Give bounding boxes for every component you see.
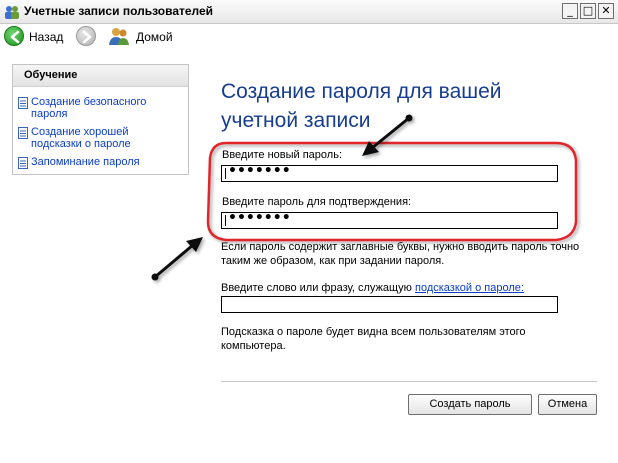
learn-about-panel: Обучение Создание безопасного пароля Соз… — [12, 64, 189, 175]
text-caret — [225, 215, 226, 226]
document-icon — [18, 97, 28, 109]
hint-visibility-notice: Подсказка о пароле будет видна всем поль… — [221, 326, 526, 352]
case-sensitivity-notice: Если пароль содержит заглавные буквы, ну… — [221, 241, 580, 267]
back-button[interactable]: Назад — [29, 30, 63, 44]
confirm-password-label: Введите пароль для подтверждения: — [222, 196, 412, 208]
sidebar-item-label[interactable]: Запоминание пароля — [31, 156, 181, 168]
maximize-button[interactable]: □ — [580, 3, 596, 19]
user-accounts-icon — [5, 6, 19, 19]
forward-arrow-icon[interactable] — [76, 26, 96, 46]
text-caret — [225, 168, 226, 179]
sidebar-item-good-hint[interactable]: Создание хорошей подсказки о пароле — [14, 126, 184, 152]
arrow-to-confirm-password — [151, 237, 203, 281]
confirm-password-field[interactable]: ••••••• — [221, 210, 558, 229]
password-hint-field[interactable] — [221, 296, 558, 313]
close-button[interactable]: ✕ — [598, 3, 614, 19]
back-arrow-icon[interactable] — [4, 26, 24, 46]
sidebar-item-remember-password[interactable]: Запоминание пароля — [14, 156, 184, 170]
divider — [221, 381, 597, 382]
minimize-button[interactable]: _ — [562, 3, 578, 19]
home-users-icon[interactable] — [108, 26, 130, 46]
sidebar-item-label[interactable]: Создание хорошей подсказки о пароле — [31, 126, 181, 150]
window-title: Учетные записи пользователей — [24, 4, 214, 18]
document-icon — [18, 157, 28, 169]
window-title-bar: Учетные записи пользователей _ □ ✕ — [0, 0, 618, 24]
new-password-field[interactable]: ••••••• — [221, 163, 558, 182]
hint-label: Введите слово или фразу, служащую подска… — [221, 281, 601, 295]
cancel-button[interactable]: Отмена — [538, 394, 597, 415]
password-hint-link[interactable]: подсказкой о пароле: — [415, 282, 524, 294]
panel-header: Обучение — [13, 65, 188, 87]
confirm-password-value: ••••••• — [228, 210, 291, 226]
page-title: Создание пароля для вашей учетной записи — [221, 80, 502, 132]
sidebar-item-secure-password[interactable]: Создание безопасного пароля — [14, 96, 184, 122]
sidebar-item-label[interactable]: Создание безопасного пароля — [31, 96, 181, 120]
new-password-value: ••••••• — [228, 163, 291, 179]
navigation-toolbar: Назад Домой — [0, 24, 618, 48]
create-password-button[interactable]: Создать пароль — [408, 394, 532, 415]
home-button[interactable]: Домой — [136, 30, 173, 44]
hint-label-text: Введите слово или фразу, служащую — [221, 282, 415, 294]
document-icon — [18, 127, 28, 139]
new-password-label: Введите новый пароль: — [222, 149, 343, 161]
